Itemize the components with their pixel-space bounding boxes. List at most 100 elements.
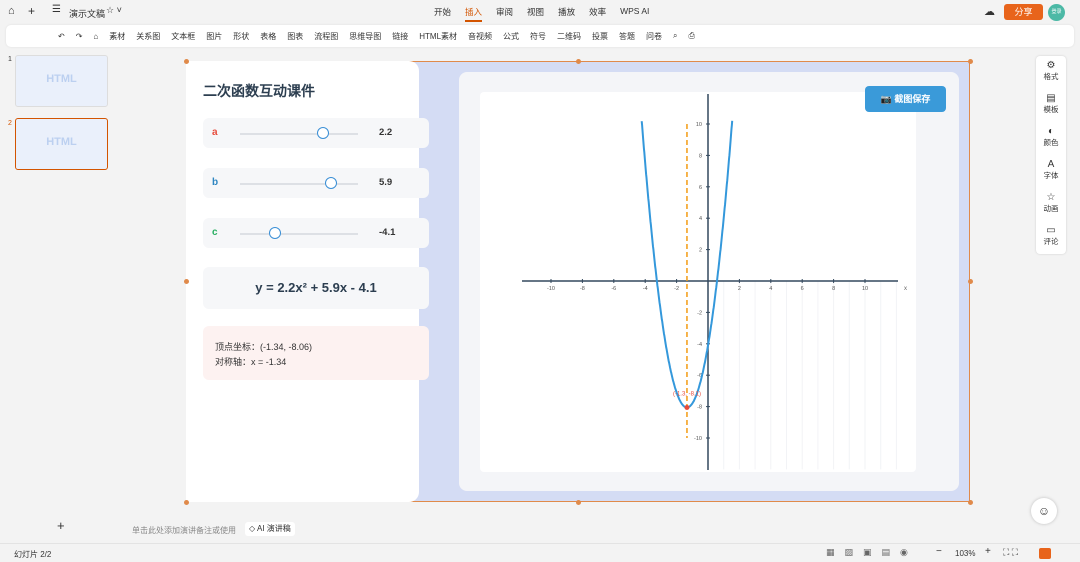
y-tick-label: -10 xyxy=(694,436,702,442)
panel-1[interactable]: ▤ 模板 xyxy=(1036,89,1066,122)
equation-display: y = 2.2x² + 5.9x - 4.1 xyxy=(203,267,429,309)
zoom-level[interactable]: 103% xyxy=(955,549,975,558)
x-tick-label: 2 xyxy=(738,286,741,292)
tab-5[interactable]: 效率 xyxy=(589,6,606,22)
star-icon[interactable]: ☆ ˅ xyxy=(106,5,122,16)
panel-0[interactable]: ⚙ 格式 xyxy=(1036,56,1066,89)
resize-handle[interactable] xyxy=(967,58,973,64)
vertex-text: 顶点坐标：(-1.34, -8.06) xyxy=(215,342,313,352)
home-icon[interactable]: ⌂ xyxy=(8,5,15,17)
undo-icon[interactable]: ↶ xyxy=(58,32,65,41)
format-painter-icon[interactable]: ⌂ xyxy=(93,32,98,41)
print-icon[interactable]: ⎙ xyxy=(689,31,695,41)
toolbar-item[interactable]: 链接 xyxy=(392,31,408,42)
camera-icon: 📷 xyxy=(880,94,895,104)
slider-track[interactable] xyxy=(240,133,358,135)
panel-icon: ▭ xyxy=(1046,225,1056,236)
graph-background xyxy=(480,92,916,472)
play-button[interactable] xyxy=(1039,548,1051,559)
doc-title[interactable]: 演示文稿 xyxy=(69,7,105,20)
y-tick-label: 8 xyxy=(699,153,702,159)
param-label: a xyxy=(212,127,218,138)
slider-knob[interactable] xyxy=(316,127,329,139)
x-tick-label: -10 xyxy=(547,286,555,292)
panel-5[interactable]: ▭ 评论 xyxy=(1036,221,1066,254)
search-icon[interactable]: ⌕ xyxy=(673,31,677,41)
notes-placeholder[interactable]: 单击此处添加演讲备注或使用 xyxy=(132,525,236,536)
panel-4[interactable]: ☆ 动画 xyxy=(1036,188,1066,221)
tab-3[interactable]: 视图 xyxy=(527,6,544,22)
tab-1[interactable]: 插入 xyxy=(465,6,483,22)
fit-icon[interactable]: ⛶ ⛶ xyxy=(1003,547,1018,558)
y-tick-label: 2 xyxy=(699,248,702,254)
toolbar-item[interactable]: 关系图 xyxy=(136,31,160,42)
toolbar-item[interactable]: 文本框 xyxy=(171,31,195,42)
toolbar-item[interactable]: 投票 xyxy=(592,31,608,42)
toolbar-item[interactable]: 素材 xyxy=(109,31,125,42)
save-screenshot-button[interactable]: 📷 截图保存 xyxy=(865,86,946,112)
tab-0[interactable]: 开始 xyxy=(434,6,451,22)
resize-handle[interactable] xyxy=(183,58,189,64)
menu-icon[interactable]: ☰ xyxy=(52,4,61,15)
toolbar-item[interactable]: 思维导图 xyxy=(349,31,381,42)
x-tick-label: 8 xyxy=(832,286,835,292)
view-icons[interactable]: ▦▨▣▤◉ xyxy=(826,547,918,558)
slider-knob[interactable] xyxy=(269,227,282,239)
vertex-label: (-1.3, -8.1) xyxy=(673,392,701,398)
toolbar-item[interactable]: 音视频 xyxy=(468,31,492,42)
x-tick-label: 4 xyxy=(769,286,772,292)
panel-3[interactable]: A 字体 xyxy=(1036,155,1066,188)
slider-track[interactable] xyxy=(240,233,358,235)
resize-handle[interactable] xyxy=(967,499,973,505)
toolbar-item[interactable]: HTML素材 xyxy=(419,31,457,42)
resize-handle[interactable] xyxy=(575,499,581,505)
avatar[interactable]: 登录 xyxy=(1048,4,1065,21)
toolbar-item[interactable]: 形状 xyxy=(233,31,249,42)
resize-handle[interactable] xyxy=(575,58,581,64)
x-tick-label: -6 xyxy=(611,286,616,292)
param-label: c xyxy=(212,227,218,238)
slide-thumbnail-2[interactable]: HTML xyxy=(15,118,108,170)
param-value: 2.2 xyxy=(379,127,393,138)
tab-4[interactable]: 播放 xyxy=(558,6,575,22)
ribbon-toolbar: ↶ ↷ ⌂ 素材 关系图 文本框 图片 形状 表格 图表 流程图 思维导图 链接 HTML素材 音视频 公式… xyxy=(6,25,1074,47)
y-tick-label: -4 xyxy=(697,342,702,348)
axis-text: 对称轴：x = -1.34 xyxy=(215,357,287,367)
toolbar-item[interactable]: 答题 xyxy=(619,31,635,42)
toolbar-item[interactable]: 图片 xyxy=(206,31,222,42)
x-tick-label: -4 xyxy=(643,286,648,292)
share-button[interactable]: 分享 xyxy=(1004,4,1043,20)
toolbar-item[interactable]: 问卷 xyxy=(646,31,662,42)
x-tick-label: -2 xyxy=(674,286,679,292)
zoom-in-icon[interactable]: + xyxy=(985,546,991,557)
toolbar-item[interactable]: 符号 xyxy=(530,31,546,42)
slide-info: 幻灯片 2/2 xyxy=(14,550,52,559)
new-tab-icon[interactable]: + xyxy=(28,4,35,18)
slider-knob[interactable] xyxy=(324,177,337,189)
y-tick-label: -2 xyxy=(697,310,702,316)
x-axis-label: x xyxy=(904,286,907,292)
redo-icon[interactable]: ↷ xyxy=(76,32,83,41)
resize-handle[interactable] xyxy=(967,278,973,284)
resize-handle[interactable] xyxy=(183,499,189,505)
vertex-point xyxy=(684,405,690,411)
panel-2[interactable]: ◐ 颜色 xyxy=(1036,122,1066,155)
panel-icon: ▤ xyxy=(1046,93,1056,104)
panel-icon: ⚙ xyxy=(1046,60,1056,71)
ai-speech-button[interactable]: ◇ AI 演讲稿 xyxy=(245,522,295,536)
toolbar-item[interactable]: 二维码 xyxy=(557,31,581,42)
y-tick-label: 10 xyxy=(696,122,702,128)
tab-6[interactable]: WPS AI xyxy=(620,6,649,22)
toolbar-item[interactable]: 公式 xyxy=(503,31,519,42)
assistant-icon[interactable]: ☺ xyxy=(1031,498,1057,524)
tab-2[interactable]: 审阅 xyxy=(496,6,513,22)
toolbar-item[interactable]: 表格 xyxy=(260,31,276,42)
slide-thumbnail-1[interactable]: HTML xyxy=(15,55,108,107)
cloud-icon[interactable]: ☁ xyxy=(984,5,995,18)
add-slide-icon[interactable]: + xyxy=(57,518,65,533)
resize-handle[interactable] xyxy=(183,278,189,284)
toolbar-item[interactable]: 流程图 xyxy=(314,31,338,42)
zoom-out-icon[interactable]: − xyxy=(936,546,942,557)
toolbar-item[interactable]: 图表 xyxy=(287,31,303,42)
slider-track[interactable] xyxy=(240,183,358,185)
